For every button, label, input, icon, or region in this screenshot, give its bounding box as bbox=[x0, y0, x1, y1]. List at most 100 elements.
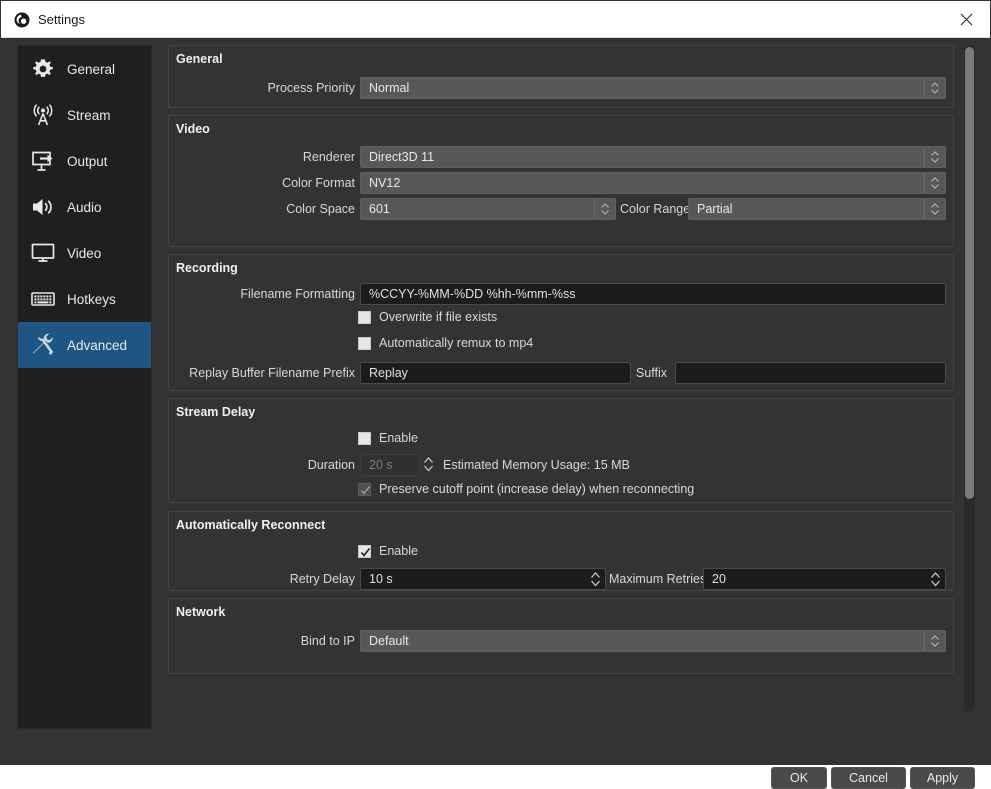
group-general: General Process Priority Normal bbox=[168, 45, 954, 108]
max-retries-label: Maximum Retries bbox=[609, 568, 699, 590]
combo-separator bbox=[924, 147, 925, 167]
sidebar-item-label: Audio bbox=[67, 200, 102, 215]
ok-button[interactable]: OK bbox=[771, 767, 827, 789]
retry-delay-spinbox[interactable]: 10 s bbox=[360, 568, 606, 590]
duration-spin-arrows[interactable] bbox=[422, 454, 438, 476]
color-range-combo[interactable]: Partial bbox=[688, 198, 946, 220]
stream-delay-enable-checkbox[interactable]: Enable bbox=[358, 429, 418, 447]
chevron-updown-icon[interactable] bbox=[927, 147, 943, 167]
monitor-icon bbox=[28, 238, 58, 268]
duration-label: Duration bbox=[239, 454, 355, 476]
checkbox-box bbox=[358, 432, 371, 445]
group-title: Stream Delay bbox=[176, 405, 255, 419]
chevron-updown-icon[interactable] bbox=[927, 631, 943, 651]
group-title: Recording bbox=[176, 261, 238, 275]
replay-prefix-value: Replay bbox=[369, 363, 408, 383]
overwrite-label: Overwrite if file exists bbox=[379, 310, 497, 324]
sidebar-item-label: Video bbox=[67, 246, 101, 261]
retry-delay-spin-arrows[interactable] bbox=[589, 570, 602, 588]
vertical-scrollbar[interactable] bbox=[964, 45, 975, 712]
process-priority-value: Normal bbox=[369, 78, 409, 98]
overwrite-checkbox[interactable]: Overwrite if file exists bbox=[358, 308, 497, 326]
renderer-value: Direct3D 11 bbox=[369, 147, 434, 167]
broadcast-icon bbox=[28, 100, 58, 130]
preserve-cutoff-checkbox[interactable]: Preserve cutoff point (increase delay) w… bbox=[358, 480, 694, 498]
remux-checkbox[interactable]: Automatically remux to mp4 bbox=[358, 334, 533, 352]
replay-prefix-input[interactable]: Replay bbox=[360, 362, 631, 384]
checkbox-box bbox=[358, 545, 371, 558]
color-range-label: Color Range bbox=[620, 198, 686, 220]
combo-separator bbox=[924, 173, 925, 193]
color-space-value: 601 bbox=[369, 199, 390, 219]
color-format-combo[interactable]: NV12 bbox=[360, 172, 946, 194]
process-priority-combo[interactable]: Normal bbox=[360, 77, 946, 99]
tools-icon bbox=[28, 330, 58, 360]
color-format-label: Color Format bbox=[189, 172, 355, 194]
gear-icon bbox=[28, 54, 58, 84]
sidebar-item-general[interactable]: General bbox=[18, 46, 151, 92]
settings-scroll-area: General Process Priority Normal Video Re… bbox=[167, 45, 975, 712]
sidebar-item-video[interactable]: Video bbox=[18, 230, 151, 276]
speaker-icon bbox=[28, 192, 58, 222]
duration-value: 20 s bbox=[369, 455, 393, 475]
renderer-label: Renderer bbox=[189, 146, 355, 168]
combo-separator bbox=[924, 631, 925, 651]
group-title: Video bbox=[176, 122, 210, 136]
filename-formatting-value: %CCYY-%MM-%DD %hh-%mm-%ss bbox=[369, 284, 576, 304]
sidebar-item-hotkeys[interactable]: Hotkeys bbox=[18, 276, 151, 322]
color-format-value: NV12 bbox=[369, 173, 400, 193]
chevron-updown-icon[interactable] bbox=[927, 78, 943, 98]
sidebar-item-label: Advanced bbox=[67, 338, 127, 353]
sidebar-item-label: Stream bbox=[67, 108, 111, 123]
apply-button[interactable]: Apply bbox=[910, 767, 975, 789]
color-space-combo[interactable]: 601 bbox=[360, 198, 616, 220]
chevron-updown-icon[interactable] bbox=[927, 173, 943, 193]
group-title: General bbox=[176, 52, 223, 66]
max-retries-spinbox[interactable]: 20 bbox=[703, 568, 946, 590]
sidebar-item-label: General bbox=[67, 62, 115, 77]
bind-to-ip-value: Default bbox=[369, 631, 409, 651]
stream-delay-enable-label: Enable bbox=[379, 431, 418, 445]
scrollbar-thumb[interactable] bbox=[965, 47, 974, 499]
suffix-label: Suffix bbox=[636, 362, 672, 384]
obs-logo-icon bbox=[14, 12, 30, 28]
group-title: Automatically Reconnect bbox=[176, 518, 325, 532]
max-retries-value: 20 bbox=[712, 569, 726, 589]
renderer-combo[interactable]: Direct3D 11 bbox=[360, 146, 946, 168]
retry-delay-value: 10 s bbox=[369, 569, 393, 589]
group-video: Video Renderer Direct3D 11 Color Format … bbox=[168, 115, 954, 247]
settings-window: Settings General bbox=[0, 0, 991, 765]
sidebar-item-audio[interactable]: Audio bbox=[18, 184, 151, 230]
combo-separator bbox=[924, 78, 925, 98]
duration-spinbox[interactable]: 20 s bbox=[360, 454, 420, 476]
group-stream-delay: Stream Delay Enable Duration 20 s Estima… bbox=[168, 398, 954, 503]
settings-nav-sidebar: General Stream bbox=[17, 45, 152, 729]
process-priority-label: Process Priority bbox=[189, 77, 355, 99]
keyboard-icon bbox=[28, 284, 58, 314]
reconnect-enable-checkbox[interactable]: Enable bbox=[358, 542, 418, 560]
sidebar-item-stream[interactable]: Stream bbox=[18, 92, 151, 138]
combo-separator bbox=[594, 199, 595, 219]
estimated-memory-usage: Estimated Memory Usage: 15 MB bbox=[443, 454, 630, 476]
reconnect-enable-label: Enable bbox=[379, 544, 418, 558]
group-recording: Recording Filename Formatting %CCYY-%MM-… bbox=[168, 254, 954, 391]
window-title: Settings bbox=[38, 12, 85, 28]
color-space-label: Color Space bbox=[189, 198, 355, 220]
chevron-updown-icon[interactable] bbox=[597, 199, 613, 219]
checkbox-box bbox=[358, 337, 371, 350]
cancel-button[interactable]: Cancel bbox=[831, 767, 906, 789]
preserve-cutoff-label: Preserve cutoff point (increase delay) w… bbox=[379, 482, 694, 496]
max-retries-spin-arrows[interactable] bbox=[929, 570, 942, 588]
bind-to-ip-combo[interactable]: Default bbox=[360, 630, 946, 652]
sidebar-item-advanced[interactable]: Advanced bbox=[18, 322, 151, 368]
sidebar-item-output[interactable]: Output bbox=[18, 138, 151, 184]
close-icon[interactable] bbox=[944, 1, 990, 37]
group-auto-reconnect: Automatically Reconnect Enable Retry Del… bbox=[168, 511, 954, 591]
sidebar-item-label: Output bbox=[67, 154, 108, 169]
color-range-value: Partial bbox=[697, 199, 732, 219]
title-bar: Settings bbox=[1, 1, 990, 38]
filename-formatting-input[interactable]: %CCYY-%MM-%DD %hh-%mm-%ss bbox=[360, 283, 946, 305]
chevron-updown-icon[interactable] bbox=[927, 199, 943, 219]
output-icon bbox=[28, 146, 58, 176]
suffix-input[interactable] bbox=[675, 362, 946, 384]
